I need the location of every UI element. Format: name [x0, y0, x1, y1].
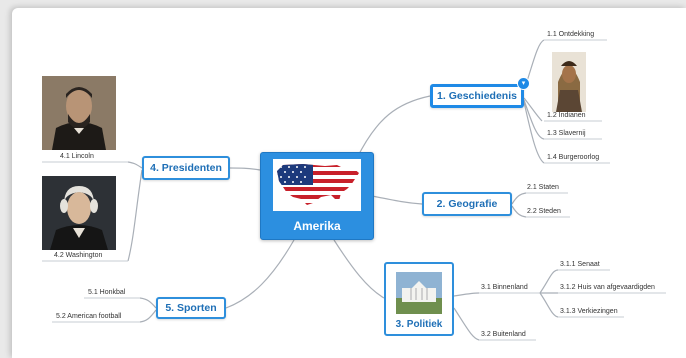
branch-label-geschiedenis: 1. Geschiedenis — [437, 90, 517, 102]
branch-node-sporten[interactable]: 5. Sporten — [156, 297, 226, 319]
leaf-verkiezingen[interactable]: 3.1.3 Verkiezingen — [560, 308, 618, 315]
usa-flag-map-icon — [273, 159, 361, 211]
leaf-indianen[interactable]: 1.2 Indianen — [547, 112, 586, 119]
branch-label-politiek: 3. Politiek — [395, 319, 443, 330]
lincoln-portrait-image — [42, 76, 116, 150]
branch-node-geografie[interactable]: 2. Geografie — [422, 192, 512, 216]
leaf-washington[interactable]: 4.2 Washington — [54, 252, 102, 259]
branch-node-geschiedenis[interactable]: 1. Geschiedenis — [430, 84, 524, 108]
leaf-senaat[interactable]: 3.1.1 Senaat — [560, 261, 600, 268]
leaf-american-football[interactable]: 5.2 American football — [56, 313, 121, 320]
leaf-honkbal[interactable]: 5.1 Honkbal — [88, 289, 125, 296]
leaf-huis-van-afgevaardigden[interactable]: 3.1.2 Huis van afgevaardigden — [560, 284, 655, 291]
branch-label-geografie: 2. Geografie — [436, 198, 498, 210]
leaf-lincoln[interactable]: 4.1 Lincoln — [60, 153, 94, 160]
leaf-binnenland[interactable]: 3.1 Binnenland — [481, 284, 528, 291]
white-house-image — [396, 272, 442, 314]
leaf-steden[interactable]: 2.2 Steden — [527, 208, 561, 215]
leaf-ontdekking[interactable]: 1.1 Ontdekking — [547, 31, 594, 38]
leaf-slavernij[interactable]: 1.3 Slavernij — [547, 130, 586, 137]
washington-portrait-image — [42, 176, 116, 250]
leaf-staten[interactable]: 2.1 Staten — [527, 184, 559, 191]
leaf-buitenland[interactable]: 3.2 Buitenland — [481, 331, 526, 338]
mindmap-canvas: Amerika 1. Geschiedenis ▾ 1.1 Ontdekking… — [12, 8, 686, 358]
branch-label-sporten: 5. Sporten — [165, 302, 217, 314]
collapse-toggle-icon[interactable]: ▾ — [517, 77, 530, 90]
indian-portrait-image — [552, 52, 586, 112]
leaf-burgeroorlog[interactable]: 1.4 Burgeroorlog — [547, 154, 599, 161]
branch-node-presidenten[interactable]: 4. Presidenten — [142, 156, 230, 180]
branch-label-presidenten: 4. Presidenten — [150, 162, 222, 174]
central-topic-label: Amerika — [293, 219, 341, 233]
branch-node-politiek[interactable]: 3. Politiek — [384, 262, 454, 336]
central-topic-node[interactable]: Amerika — [260, 152, 374, 240]
